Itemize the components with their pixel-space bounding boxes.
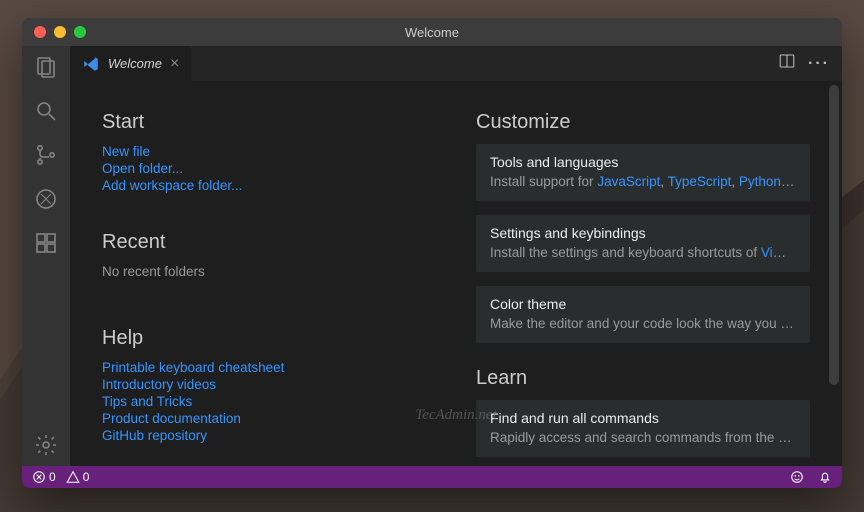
card-title: Find and run all commands	[490, 410, 796, 426]
status-errors[interactable]: 0	[32, 470, 56, 484]
card-desc: Make the editor and your code look the w…	[490, 316, 796, 331]
search-icon[interactable]	[33, 98, 59, 124]
help-link-docs[interactable]: Product documentation	[102, 411, 436, 426]
tab-bar: Welcome × ···	[70, 46, 842, 81]
notifications-bell-icon[interactable]	[818, 470, 832, 484]
close-window-button[interactable]	[34, 26, 46, 38]
tab-welcome[interactable]: Welcome ×	[70, 46, 191, 81]
vscode-logo-icon	[82, 55, 100, 73]
customize-heading: Customize	[476, 111, 810, 134]
customize-card-tools[interactable]: Tools and languages Install support for …	[476, 144, 810, 201]
learn-card-commands[interactable]: Find and run all commands Rapidly access…	[476, 400, 810, 457]
split-editor-icon[interactable]	[778, 52, 796, 75]
card-title: Color theme	[490, 296, 796, 312]
customize-card-keybindings[interactable]: Settings and keybindings Install the set…	[476, 215, 810, 272]
activity-bar	[22, 46, 70, 466]
title-bar: Welcome	[22, 18, 842, 46]
more-actions-icon[interactable]: ···	[808, 55, 830, 73]
start-link-new-file[interactable]: New file	[102, 144, 436, 159]
tab-label: Welcome	[108, 56, 162, 71]
help-link-tips[interactable]: Tips and Tricks	[102, 394, 436, 409]
window-title: Welcome	[405, 25, 459, 40]
debug-icon[interactable]	[33, 186, 59, 212]
card-title: Tools and languages	[490, 154, 796, 170]
status-bar: 0 0	[22, 466, 842, 488]
recent-heading: Recent	[102, 231, 436, 254]
window-controls	[34, 26, 86, 38]
help-link-cheatsheet[interactable]: Printable keyboard cheatsheet	[102, 360, 436, 375]
app-window: Welcome Welcome × ···	[22, 18, 842, 488]
help-link-videos[interactable]: Introductory videos	[102, 377, 436, 392]
help-link-github[interactable]: GitHub repository	[102, 428, 436, 443]
card-title: Settings and keybindings	[490, 225, 796, 241]
recent-empty-text: No recent folders	[102, 264, 436, 279]
vertical-scrollbar[interactable]	[829, 85, 839, 385]
card-desc: Install support for JavaScript, TypeScri…	[490, 174, 796, 189]
start-link-add-workspace[interactable]: Add workspace folder...	[102, 178, 436, 193]
editor-area: Welcome × ··· Start New file Open folder…	[70, 46, 842, 466]
status-warnings[interactable]: 0	[66, 470, 90, 484]
start-heading: Start	[102, 111, 436, 134]
help-heading: Help	[102, 327, 436, 350]
feedback-smiley-icon[interactable]	[790, 470, 804, 484]
extensions-icon[interactable]	[33, 230, 59, 256]
minimize-window-button[interactable]	[54, 26, 66, 38]
customize-card-theme[interactable]: Color theme Make the editor and your cod…	[476, 286, 810, 343]
card-desc: Rapidly access and search commands from …	[490, 430, 796, 445]
settings-gear-icon[interactable]	[33, 432, 59, 458]
source-control-icon[interactable]	[33, 142, 59, 168]
explorer-icon[interactable]	[33, 54, 59, 80]
close-tab-icon[interactable]: ×	[170, 55, 179, 73]
card-desc: Install the settings and keyboard shortc…	[490, 245, 796, 260]
maximize-window-button[interactable]	[74, 26, 86, 38]
learn-heading: Learn	[476, 367, 810, 390]
start-link-open-folder[interactable]: Open folder...	[102, 161, 436, 176]
